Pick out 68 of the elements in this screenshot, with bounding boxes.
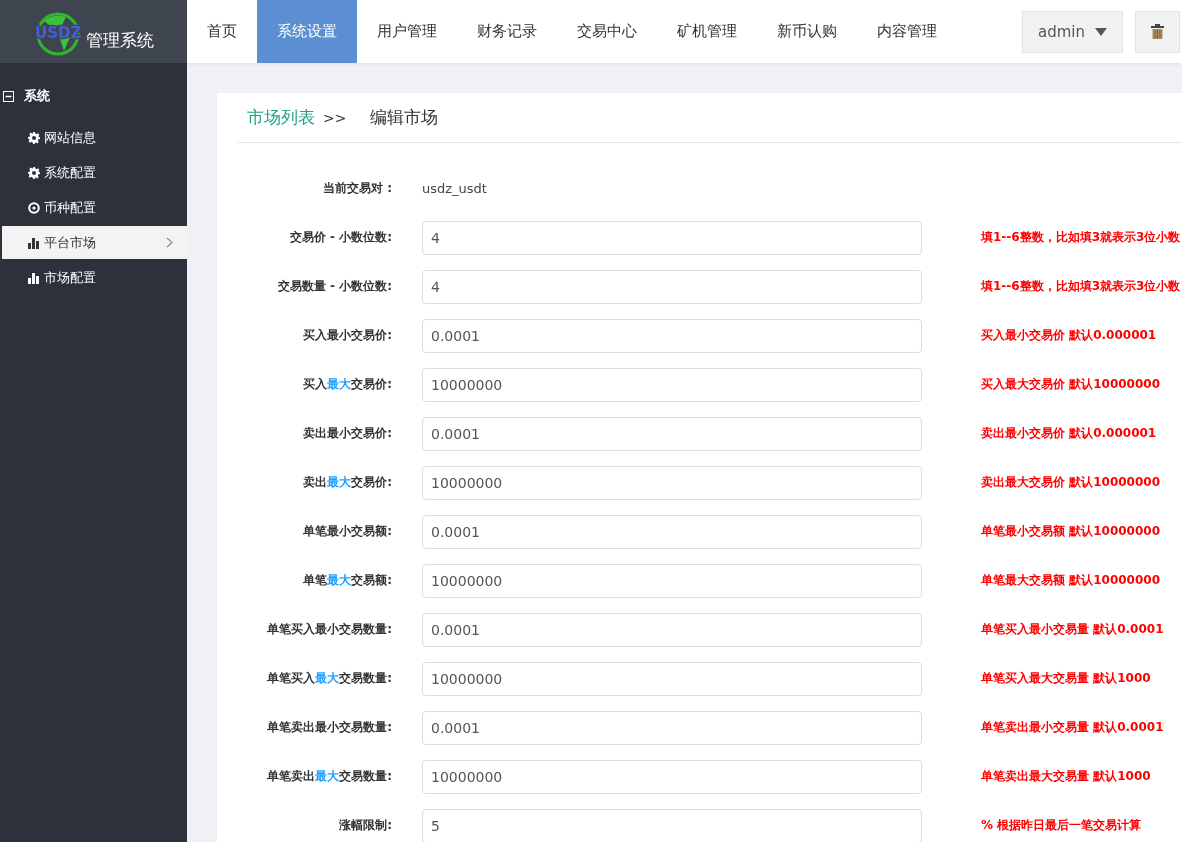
- input-field[interactable]: 10000000: [422, 759, 922, 794]
- nav-tab[interactable]: 首页: [187, 0, 257, 63]
- field-hint: 卖出最小交易价 默认0.000001: [981, 425, 1158, 442]
- field-hint: % 根据昨日最后一笔交易计算: [981, 817, 1143, 834]
- field-label: 单笔买入最大交易数量:: [266, 670, 392, 687]
- sidebar-item[interactable]: 系统配置: [2, 156, 187, 189]
- input-field[interactable]: 5: [422, 808, 922, 842]
- field-label: 当前交易对 :: [322, 180, 392, 197]
- field-hint: 单笔最大交易额 默认10000000: [981, 572, 1161, 589]
- input-field[interactable]: 0.0001: [422, 318, 922, 353]
- chevron-right-icon: [166, 237, 173, 248]
- field-label: 卖出最大交易价:: [302, 474, 392, 491]
- trash-icon: [1151, 24, 1164, 39]
- nav-tab[interactable]: 用户管理: [357, 0, 457, 63]
- input-field[interactable]: 10000000: [422, 465, 922, 500]
- input-field[interactable]: 10000000: [422, 367, 922, 402]
- input-field[interactable]: 0.0001: [422, 514, 922, 549]
- field-label: 单笔卖出最大交易数量:: [266, 768, 392, 785]
- gear-icon: [28, 131, 40, 144]
- field-hint: 买入最大交易价 默认10000000: [981, 376, 1161, 393]
- field-label: 单笔最大交易额:: [302, 572, 392, 589]
- input-field[interactable]: 0.0001: [422, 612, 922, 647]
- target-icon: [28, 201, 40, 214]
- sidebar-item[interactable]: 市场配置: [2, 261, 187, 294]
- field-hint: 填1--6整数，比如填3就表示3位小数: [981, 278, 1182, 295]
- page-title: 编辑市场: [370, 106, 439, 129]
- nav-tab[interactable]: 财务记录: [457, 0, 557, 63]
- nav-tab[interactable]: 内容管理: [857, 0, 957, 63]
- nav-tab[interactable]: 新币认购: [757, 0, 857, 63]
- field-hint: 填1--6整数，比如填3就表示3位小数: [981, 229, 1182, 246]
- field-hint: 单笔卖出最小交易量 默认0.0001: [981, 719, 1165, 736]
- field-label: 交易数量 - 小数位数:: [276, 278, 392, 295]
- breadcrumb-separator: >>: [323, 109, 347, 126]
- app-title: 管理系统: [85, 29, 154, 52]
- field-hint: 卖出最大交易价 默认10000000: [981, 474, 1161, 491]
- field-label: 买入最小交易价:: [302, 327, 392, 344]
- field-label: 单笔最小交易额:: [302, 523, 392, 540]
- bar-chart-icon: [28, 236, 40, 249]
- input-field[interactable]: 4: [422, 220, 922, 255]
- field-label: 卖出最小交易价:: [302, 425, 392, 442]
- field-label: 涨幅限制:: [338, 817, 392, 834]
- field-label: 买入最大交易价:: [302, 376, 392, 393]
- bar-chart-icon: [28, 271, 40, 284]
- input-field[interactable]: 0.0001: [422, 416, 922, 451]
- trash-button[interactable]: [1135, 10, 1180, 53]
- field-hint: 买入最小交易价 默认0.000001: [981, 327, 1158, 344]
- user-menu-button[interactable]: admin: [1022, 10, 1123, 53]
- input-field[interactable]: 4: [422, 269, 922, 304]
- field-hint: 单笔买入最小交易量 默认0.0001: [981, 621, 1165, 638]
- field-label: 单笔卖出最小交易数量:: [266, 719, 392, 736]
- field-hint: 单笔卖出最大交易量 默认1000: [981, 768, 1152, 785]
- sidebar-item[interactable]: 网站信息: [2, 121, 187, 154]
- nav-tab[interactable]: 交易中心: [557, 0, 657, 63]
- field-hint: 单笔最小交易额 默认10000000: [981, 523, 1161, 540]
- sidebar-item[interactable]: 币种配置: [2, 191, 187, 224]
- collapse-icon[interactable]: [3, 90, 14, 102]
- field-label: 单笔买入最小交易数量:: [266, 621, 392, 638]
- input-field[interactable]: 10000000: [422, 661, 922, 696]
- input-field[interactable]: 0.0001: [422, 710, 922, 745]
- input-field[interactable]: 10000000: [422, 563, 922, 598]
- gear-icon: [28, 166, 40, 179]
- field-label: 交易价 - 小数位数:: [288, 229, 392, 246]
- sidebar-item[interactable]: 平台市场: [2, 226, 187, 259]
- nav-tab[interactable]: 矿机管理: [657, 0, 757, 63]
- caret-icon: [1095, 27, 1107, 36]
- sidebar-group-label: 系统: [24, 87, 50, 105]
- field-hint: 单笔买入最大交易量 默认1000: [981, 670, 1152, 687]
- pair-value: usdz_usdt: [422, 181, 488, 196]
